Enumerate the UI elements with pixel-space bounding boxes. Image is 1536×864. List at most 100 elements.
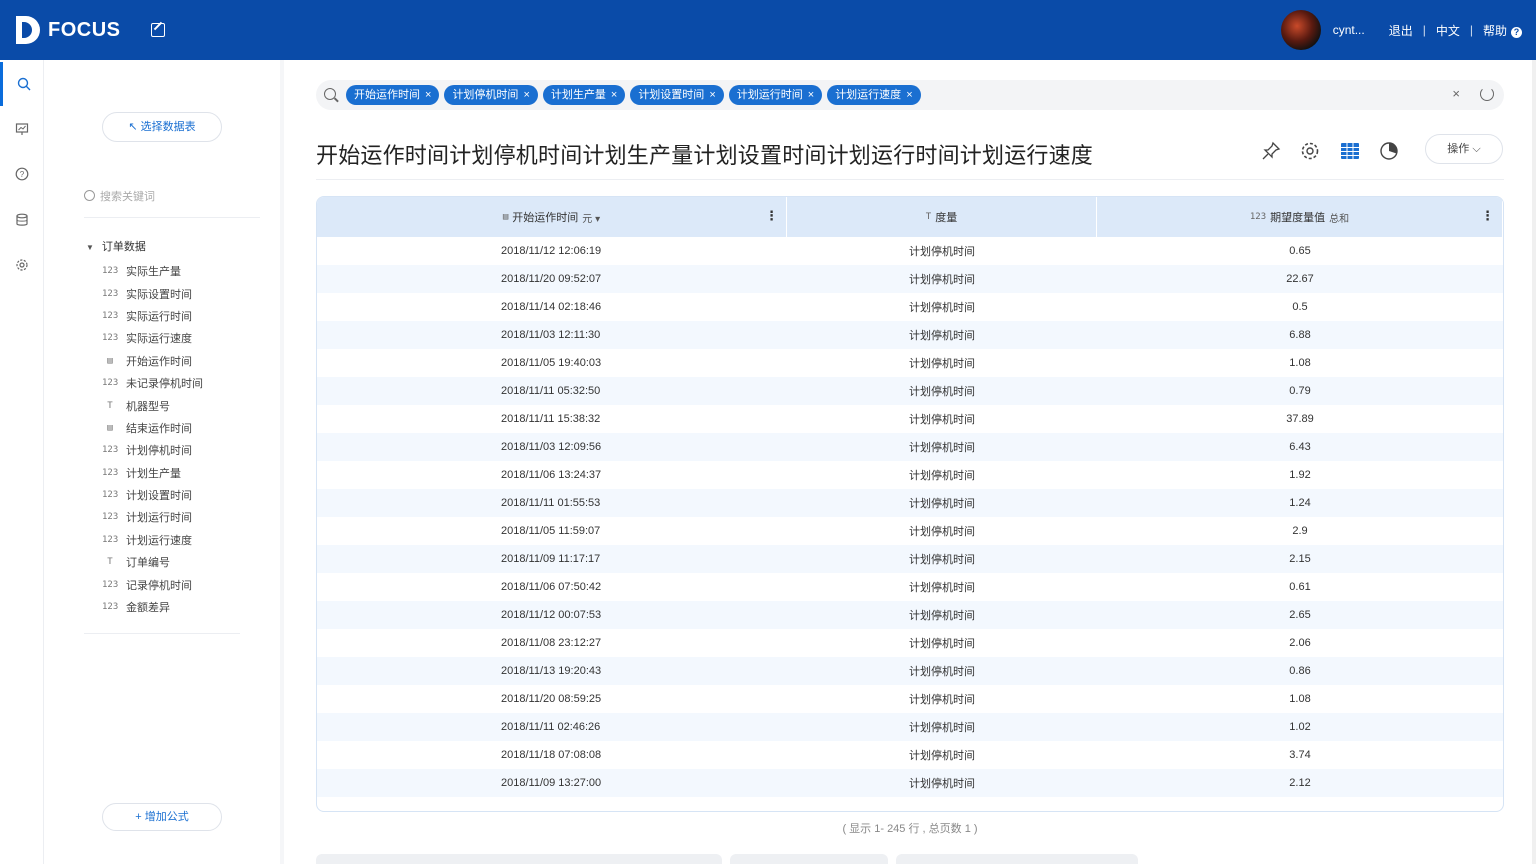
field-item[interactable]: 123 计划运行速度 [102,529,272,551]
column-header-start-time[interactable]: ▤ 开始运作时间 元 ▾ ⋮ [317,197,787,237]
search-token[interactable]: 计划停机时间 × [444,85,538,105]
table-row[interactable]: 2018/11/03 12:11:30 计划停机时间 6.88 [317,321,1503,349]
rail-search[interactable] [0,62,44,106]
help-label: 帮助 [1482,23,1507,38]
table-body: 2018/11/12 12:06:19 计划停机时间 0.65 2018/11/20 … [317,237,1503,797]
number-field-icon: 123 [102,534,119,545]
scrollbar[interactable] [1532,60,1536,864]
table-row[interactable]: 2018/11/12 12:06:19 计划停机时间 0.65 [317,237,1503,265]
table-row[interactable]: 2018/11/03 12:09:56 计划停机时间 6.43 [317,433,1503,461]
table-row[interactable]: 2018/11/11 01:55:53 计划停机时间 1.24 [317,489,1503,517]
search-token[interactable]: 计划生产量 × [542,85,626,105]
help-link[interactable]: 帮助? [1483,22,1522,39]
table-row[interactable]: 2018/11/08 23:12:27 计划停机时间 2.06 [317,629,1503,657]
table-row[interactable]: 2018/11/11 05:32:50 计划停机时间 0.79 [317,377,1503,405]
table-row[interactable]: 2018/11/05 11:59:07 计划停机时间 2.9 [317,517,1503,545]
rail-database[interactable] [0,198,44,242]
cell-measure: 计划停机时间 [909,246,975,258]
remove-token-icon[interactable]: × [523,89,529,101]
rail-board[interactable] [0,107,44,151]
field-item[interactable]: 123 计划生产量 [102,462,272,484]
remove-token-icon[interactable]: × [709,89,715,101]
field-item[interactable]: ▤ 结束运作时间 [102,417,272,439]
column-menu-icon[interactable]: ⋮ [1481,209,1494,223]
logout-link[interactable]: 退出 [1389,22,1413,39]
add-formula-button[interactable]: + 增加公式 [102,803,222,831]
search-token[interactable]: 开始运作时间 × [346,85,440,105]
bottom-panel-tab[interactable] [730,854,888,864]
field-item[interactable]: T 机器型号 [102,394,272,416]
field-label: 计划运行速度 [126,534,192,547]
table-row[interactable]: 2018/11/12 00:07:53 计划停机时间 2.65 [317,601,1503,629]
search-icon [324,88,336,100]
board-icon [15,123,29,135]
remove-token-icon[interactable]: × [425,89,431,101]
field-item[interactable]: 123 计划运行时间 [102,506,272,528]
remove-token-icon[interactable]: × [611,89,617,101]
search-token[interactable]: 计划设置时间 × [630,85,724,105]
table-row[interactable]: 2018/11/06 13:24:37 计划停机时间 1.92 [317,461,1503,489]
column-header-measure[interactable]: T 度量 [787,197,1097,237]
search-token[interactable]: 计划运行速度 × [827,85,921,105]
cell-expected-value: 2.12 [1289,777,1311,789]
field-item[interactable]: 123 实际运行时间 [102,305,272,327]
bottom-panel-tab[interactable] [316,854,722,864]
field-label: 实际运行速度 [126,333,192,346]
column-header-sub[interactable]: 元 ▾ [582,210,600,225]
cell-expected-value: 22.67 [1286,273,1314,285]
user-name[interactable]: cynt... [1333,23,1365,37]
rail-settings[interactable] [0,243,44,287]
cell-measure: 计划停机时间 [909,750,975,762]
field-item[interactable]: T 订单编号 [102,551,272,573]
field-item[interactable]: 123 未记录停机时间 [102,372,272,394]
table-row[interactable]: 2018/11/11 15:38:32 计划停机时间 37.89 [317,405,1503,433]
table-row[interactable]: 2018/11/06 07:50:42 计划停机时间 0.61 [317,573,1503,601]
chart-view-button[interactable] [1378,140,1400,162]
column-header-expected-value[interactable]: 123 期望度量值 总和 ⋮ [1097,197,1503,237]
field-item[interactable]: 123 实际运行速度 [102,327,272,349]
table-row[interactable]: 2018/11/18 07:08:08 计划停机时间 3.74 [317,741,1503,769]
remove-token-icon[interactable]: × [906,89,912,101]
table-header: ▤ 开始运作时间 元 ▾ ⋮ T 度量 123 期望度量值 总和 ⋮ [317,197,1503,237]
table-row[interactable]: 2018/11/09 11:17:17 计划停机时间 2.15 [317,545,1503,573]
remove-token-icon[interactable]: × [808,89,814,101]
select-dataset-button[interactable]: ↖ 选择数据表 [102,112,222,142]
table-row[interactable]: 2018/11/20 09:52:07 计划停机时间 22.67 [317,265,1503,293]
clear-search-icon[interactable]: × [1452,86,1460,101]
tree-root-order-data[interactable]: ▼ 订单数据 [86,238,146,254]
table-row[interactable]: 2018/11/20 08:59:25 计划停机时间 1.08 [317,685,1503,713]
text-field-icon: T [107,400,113,411]
bottom-panel-tab[interactable] [896,854,1138,864]
table-row[interactable]: 2018/11/11 02:46:26 计划停机时间 1.02 [317,713,1503,741]
search-bar[interactable]: 开始运作时间 × 计划停机时间 × 计划生产量 × 计划设置时间 × 计划运行时间 × 计划运行速度… [316,80,1504,110]
column-menu-icon[interactable]: ⋮ [765,209,778,223]
gear-icon [1301,142,1319,160]
table-row[interactable]: 2018/11/14 02:18:46 计划停机时间 0.5 [317,293,1503,321]
rail-help[interactable]: ? [0,152,44,196]
edit-icon[interactable] [151,23,165,37]
operations-button[interactable]: 操作 ⌵ [1425,134,1503,164]
help-circle-icon: ? [15,167,29,181]
field-item[interactable]: 123 记录停机时间 [102,573,272,595]
settings-button[interactable] [1299,140,1321,162]
field-item[interactable]: 123 实际生产量 [102,260,272,282]
table-row[interactable]: 2018/11/13 19:20:43 计划停机时间 0.86 [317,657,1503,685]
refresh-icon[interactable] [1480,87,1494,101]
keyword-search-input[interactable]: 搜索关键词 [84,188,260,218]
table-view-button[interactable] [1339,140,1361,162]
field-item[interactable]: 123 实际设置时间 [102,282,272,304]
avatar[interactable] [1280,10,1321,50]
search-token[interactable]: 计划运行时间 × [728,85,823,105]
field-item[interactable]: 123 金额差异 [102,596,272,618]
field-item[interactable]: 123 计划停机时间 [102,439,272,461]
pin-button[interactable] [1260,140,1282,162]
language-switch[interactable]: 中文 [1436,22,1460,39]
field-item[interactable]: 123 计划设置时间 [102,484,272,506]
field-item[interactable]: ▤ 开始运作时间 [102,350,272,372]
cell-expected-value: 1.02 [1289,721,1311,733]
table-row[interactable]: 2018/11/09 13:27:00 计划停机时间 2.12 [317,769,1503,797]
table-row[interactable]: 2018/11/05 19:40:03 计划停机时间 1.08 [317,349,1503,377]
cell-expected-value: 6.88 [1289,329,1311,341]
focus-logo[interactable]: FOCUS [16,16,121,44]
number-field-icon: 123 [102,512,119,523]
